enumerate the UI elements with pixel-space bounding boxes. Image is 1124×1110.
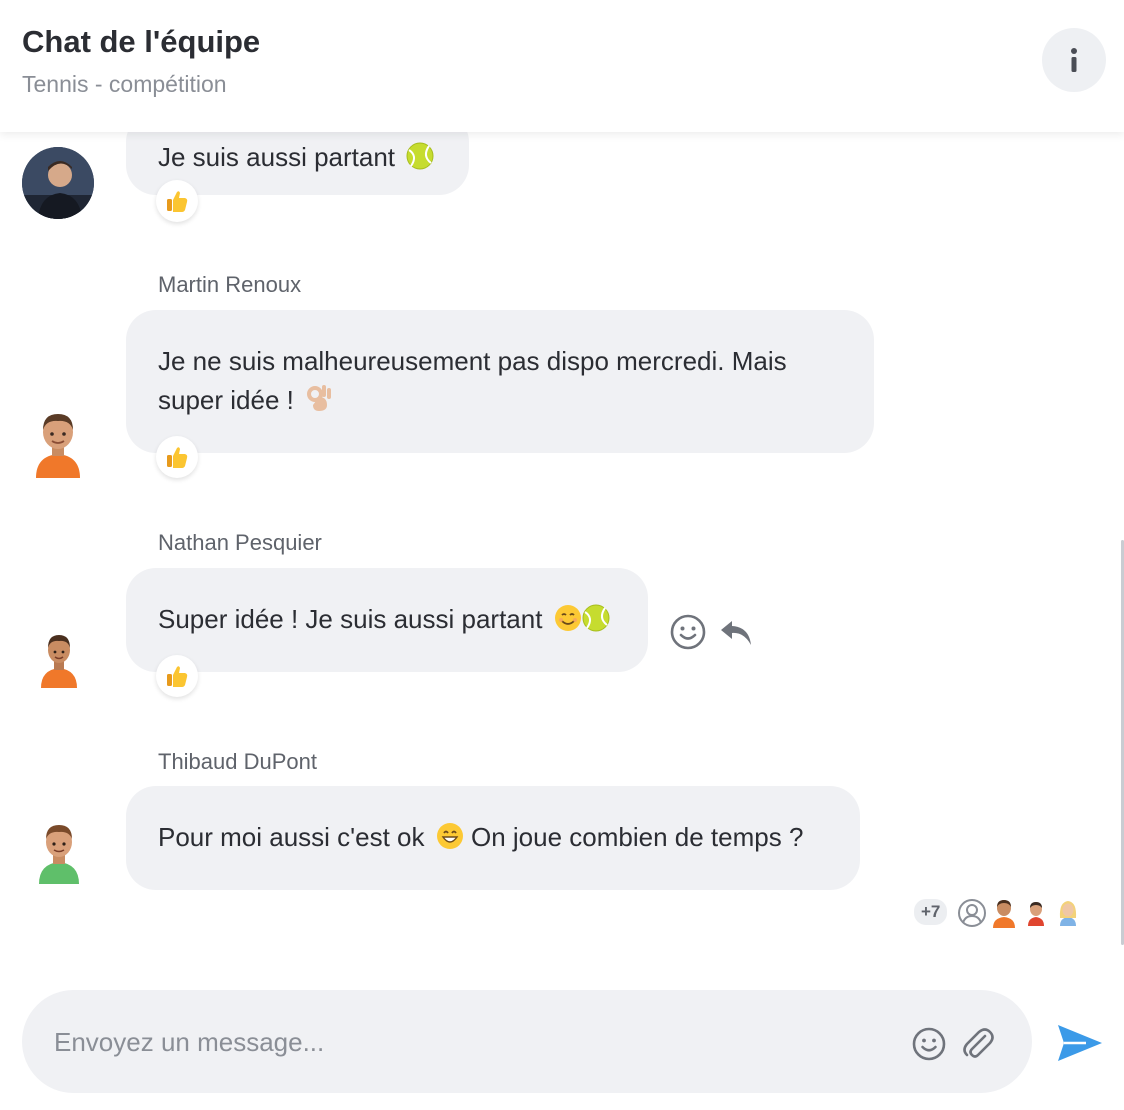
add-reaction-button[interactable] [669,613,707,656]
reply-icon [721,621,751,645]
avatar[interactable] [30,410,86,483]
send-icon [1058,1025,1102,1061]
tennis-ball-emoji [582,604,610,632]
team-subtitle: Tennis - compétition [22,71,227,97]
smiling-face-emoji [554,605,581,631]
avatar-green-shirt-icon [39,825,79,884]
seen-by-avatar [1056,898,1080,933]
info-button[interactable] [1042,28,1106,92]
avatar-red-icon [1028,902,1044,926]
reply-button[interactable] [718,617,754,654]
message-text: Pour moi aussi c'est ok [158,822,425,852]
generic-user-icon [958,899,986,927]
thumbs-up-reaction[interactable] [156,655,198,697]
message-bubble[interactable]: Pour moi aussi c'est ok On joue combien … [126,786,860,890]
message-text: Je suis aussi partant [158,142,396,172]
thumbs-up-reaction[interactable] [156,436,198,478]
message-bubble[interactable]: Je ne suis malheureusement pas dispo mer… [126,310,874,453]
seen-by-avatar [1024,898,1048,933]
message-text: Je ne suis malheureusement pas dispo mer… [158,346,787,376]
thumbs-up-icon [167,191,188,212]
page-title: Chat de l'équipe [22,24,261,59]
message-text: Super idée ! Je suis aussi partant [158,604,543,634]
thumbs-up-icon [167,447,188,468]
seen-by-count[interactable]: +7 [914,899,948,925]
send-button[interactable] [1056,1022,1104,1069]
seen-by-avatar [957,898,987,933]
smiley-icon [912,1027,946,1061]
sender-name: Martin Renoux [158,272,302,297]
avatar[interactable] [38,632,80,693]
avatar[interactable] [36,822,82,889]
sender-name: Thibaud DuPont [158,749,317,774]
user-photo-icon [22,147,94,219]
message-input[interactable] [54,1020,894,1064]
paperclip-icon [963,1028,994,1058]
ok-hand-emoji [307,385,332,411]
chat-header: Chat de l'équipe Tennis - compétition [0,0,1124,132]
message-composer [22,990,1032,1093]
message-bubble[interactable]: Super idée ! Je suis aussi partant [126,568,648,672]
avatar-orange-shirt-icon [41,635,77,688]
tennis-ball-emoji [406,142,434,170]
message-text: super idée ! [158,385,294,415]
seen-by-avatar [991,898,1017,933]
thumbs-up-reaction[interactable] [156,180,198,222]
smiley-icon [670,614,706,650]
grinning-face-emoji [436,823,463,849]
avatar-blonde-icon [1059,901,1077,926]
message-list[interactable]: Je suis aussi partant Martin Renoux Je n… [0,132,1124,982]
message-text: On joue combien de temps ? [470,822,804,852]
avatar[interactable] [22,147,94,219]
attach-button[interactable] [961,1026,995,1067]
avatar-orange-icon [993,900,1015,928]
avatar-orange-shirt-icon [36,414,80,478]
emoji-picker-button[interactable] [911,1026,947,1067]
thumbs-up-icon [167,666,188,687]
info-icon [1071,48,1077,72]
sender-name: Nathan Pesquier [158,530,322,555]
